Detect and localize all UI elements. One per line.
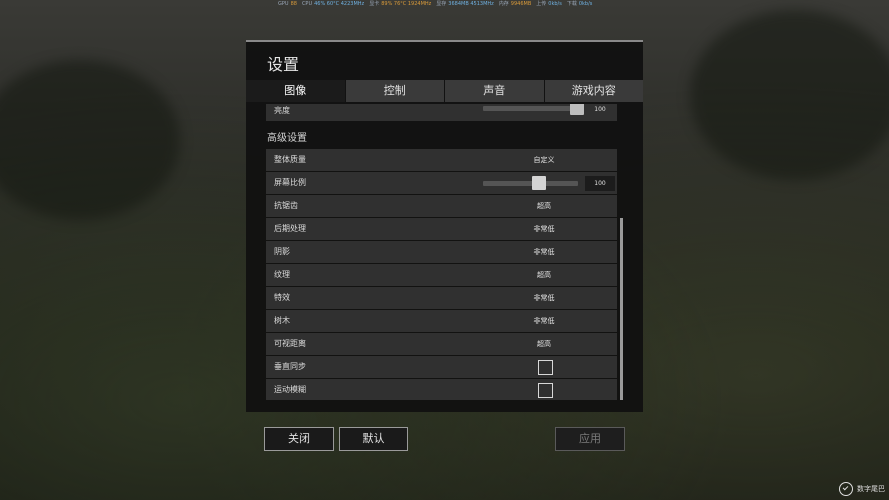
background-foliage	[0, 60, 180, 220]
checkmark-logo-icon	[839, 482, 853, 496]
setting-row-shadows[interactable]: 阴影 非常低	[266, 241, 617, 263]
motion-blur-checkbox[interactable]	[538, 383, 553, 398]
overlay-upload: 上传 0kb/s	[536, 1, 562, 7]
setting-label: 亮度	[274, 106, 290, 115]
overlay-download: 下载 0kb/s	[566, 1, 593, 7]
overlay-gpu: GPU 88	[278, 1, 297, 7]
watermark-text: 数字尾巴	[857, 485, 885, 493]
performance-overlay: GPU 88 CPU 46% 60°C 4223MHz 显卡 89% 76°C 192…	[278, 0, 592, 9]
screen-scale-slider-thumb[interactable]	[532, 176, 546, 190]
apply-button[interactable]: 应用	[555, 427, 625, 451]
settings-content: 亮度 100 高级设置 整体质量 自定义 屏幕比例 100 抗锯齿 超高 后期处…	[266, 104, 622, 400]
tab-controls[interactable]: 控制	[345, 80, 444, 102]
setting-row-post-processing[interactable]: 后期处理 非常低	[266, 218, 617, 240]
setting-row-vsync: 垂直同步	[266, 356, 617, 378]
screen-scale-slider-track[interactable]	[483, 181, 578, 186]
setting-row-effects[interactable]: 特效 非常低	[266, 287, 617, 309]
tab-graphics[interactable]: 图像	[246, 80, 345, 102]
setting-label: 整体质量	[274, 155, 306, 164]
overlay-cpu: CPU 46% 60°C 4223MHz	[301, 1, 365, 7]
setting-value[interactable]: 非常低	[520, 218, 568, 240]
setting-row-anti-aliasing[interactable]: 抗锯齿 超高	[266, 195, 617, 217]
watermark: 数字尾巴	[839, 482, 885, 496]
setting-label: 树木	[274, 316, 290, 325]
setting-label: 特效	[274, 293, 290, 302]
setting-row-view-distance[interactable]: 可视距离 超高	[266, 333, 617, 355]
setting-row-brightness: 亮度 100	[266, 104, 617, 121]
setting-label: 屏幕比例	[274, 178, 306, 187]
settings-scrollbar[interactable]	[620, 218, 623, 400]
setting-label: 纹理	[274, 270, 290, 279]
setting-row-motion-blur: 运动模糊	[266, 379, 617, 400]
setting-label: 运动模糊	[274, 385, 306, 394]
setting-label: 可视距离	[274, 339, 306, 348]
setting-label: 阴影	[274, 247, 290, 256]
settings-tabs: 图像 控制 声音 游戏内容	[246, 80, 643, 102]
brightness-slider-thumb[interactable]	[570, 104, 584, 115]
screen-scale-value[interactable]: 100	[585, 176, 615, 191]
setting-row-overall-quality[interactable]: 整体质量 自定义	[266, 149, 617, 171]
setting-label: 抗锯齿	[274, 201, 298, 210]
tab-gameplay[interactable]: 游戏内容	[544, 80, 643, 102]
setting-value[interactable]: 超高	[520, 333, 568, 355]
setting-value[interactable]: 超高	[520, 195, 568, 217]
setting-value[interactable]: 非常低	[520, 241, 568, 263]
setting-value[interactable]: 自定义	[520, 149, 568, 171]
overlay-ram: 内存 9946MB	[498, 1, 532, 7]
default-button[interactable]: 默认	[339, 427, 408, 451]
setting-row-textures[interactable]: 纹理 超高	[266, 264, 617, 286]
setting-label: 后期处理	[274, 224, 306, 233]
section-title-advanced: 高级设置	[267, 133, 307, 144]
setting-value[interactable]: 非常低	[520, 310, 568, 332]
dialog-title: 设置	[267, 55, 300, 74]
setting-value[interactable]: 超高	[520, 264, 568, 286]
setting-value[interactable]: 非常低	[520, 287, 568, 309]
background-foliage	[690, 10, 889, 180]
settings-dialog: 设置 图像 控制 声音 游戏内容 亮度 100 高级设置 整体质量 自定义 屏幕…	[246, 40, 643, 451]
close-button[interactable]: 关闭	[264, 427, 334, 451]
brightness-slider-track[interactable]	[483, 106, 578, 111]
setting-row-foliage[interactable]: 树木 非常低	[266, 310, 617, 332]
overlay-graphics: 显卡 89% 76°C 1924MHz	[369, 1, 432, 7]
setting-label: 垂直同步	[274, 362, 306, 371]
brightness-value: 100	[585, 104, 615, 117]
tab-audio[interactable]: 声音	[445, 80, 544, 102]
overlay-vram: 显存 3684MB 4513MHz	[436, 1, 494, 7]
vsync-checkbox[interactable]	[538, 360, 553, 375]
setting-row-screen-scale: 屏幕比例 100	[266, 172, 617, 194]
